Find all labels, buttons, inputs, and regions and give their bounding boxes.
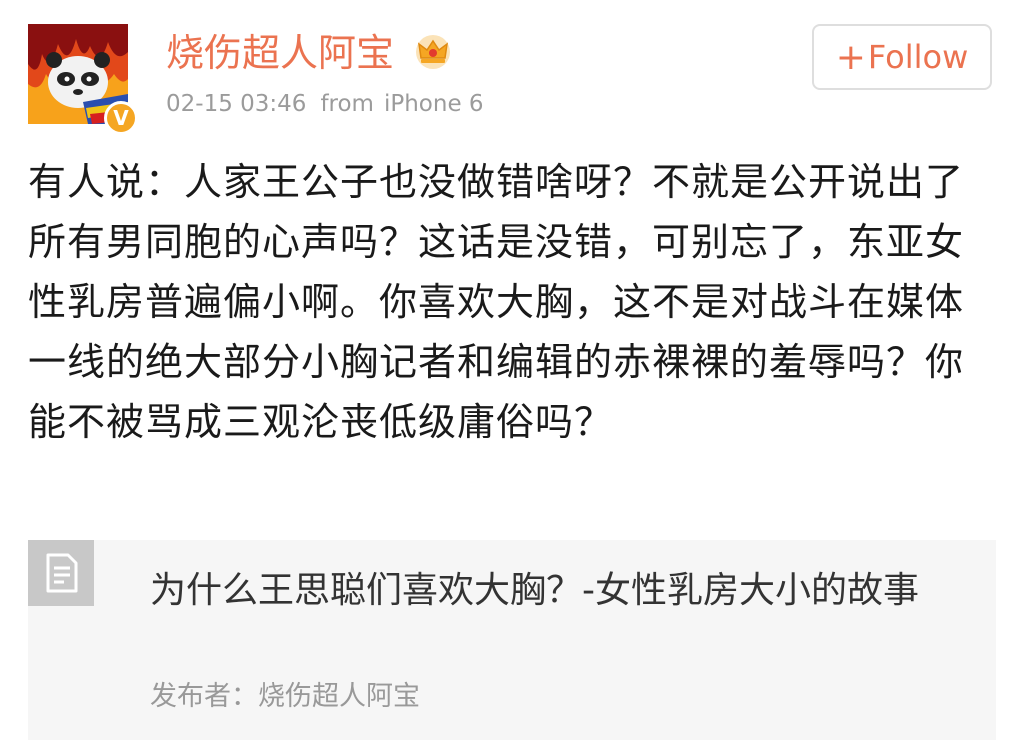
document-icon — [28, 540, 94, 606]
timestamp: 02-15 03:46 — [166, 91, 307, 117]
linked-article-author: 发布者：烧伤超人阿宝 — [150, 681, 420, 712]
follow-label: Follow — [867, 38, 969, 76]
linked-article-title[interactable]: 为什么王思聪们喜欢大胸？-女性乳房大小的故事 — [150, 566, 970, 616]
verified-badge-icon: V — [104, 101, 138, 135]
plus-icon: + — [835, 36, 866, 78]
post-meta: 02-15 03:46 from iPhone 6 — [166, 90, 484, 118]
post-body: 有人说：人家王公子也没做错啥呀？不就是公开说出了所有男同胞的心声吗？这话是没错，… — [28, 160, 965, 444]
device-label: iPhone 6 — [383, 91, 484, 117]
username[interactable]: 烧伤超人阿宝 — [166, 30, 394, 76]
from-label: from — [320, 91, 374, 117]
crown-icon — [416, 35, 450, 69]
follow-button[interactable]: + Follow — [812, 24, 992, 90]
